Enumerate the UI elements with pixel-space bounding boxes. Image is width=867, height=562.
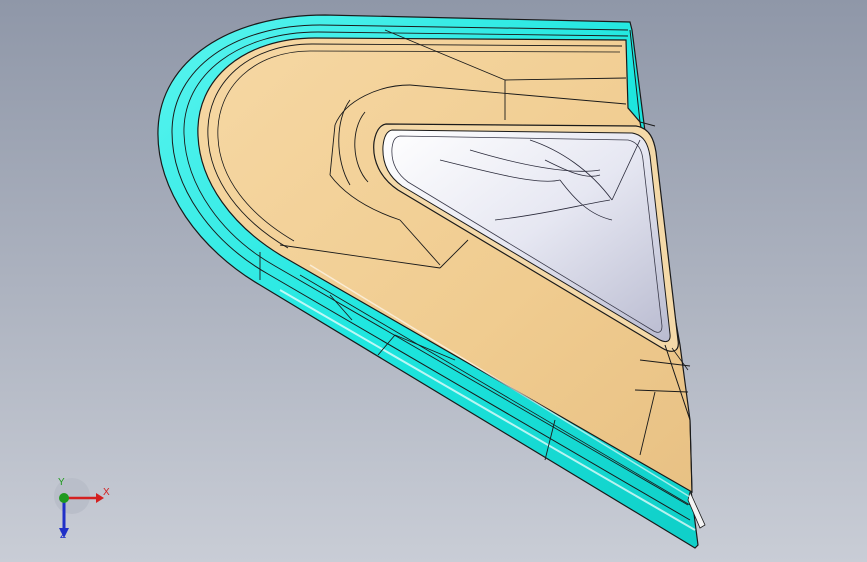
z-axis-label: Z <box>60 530 67 541</box>
3d-viewport[interactable]: X Y Z <box>0 0 867 562</box>
y-axis-point <box>59 493 69 503</box>
x-axis-label: X <box>103 487 110 498</box>
y-axis-label: Y <box>58 477 65 488</box>
viewport-background <box>0 0 867 562</box>
coordinate-triad: X Y Z <box>44 478 116 548</box>
